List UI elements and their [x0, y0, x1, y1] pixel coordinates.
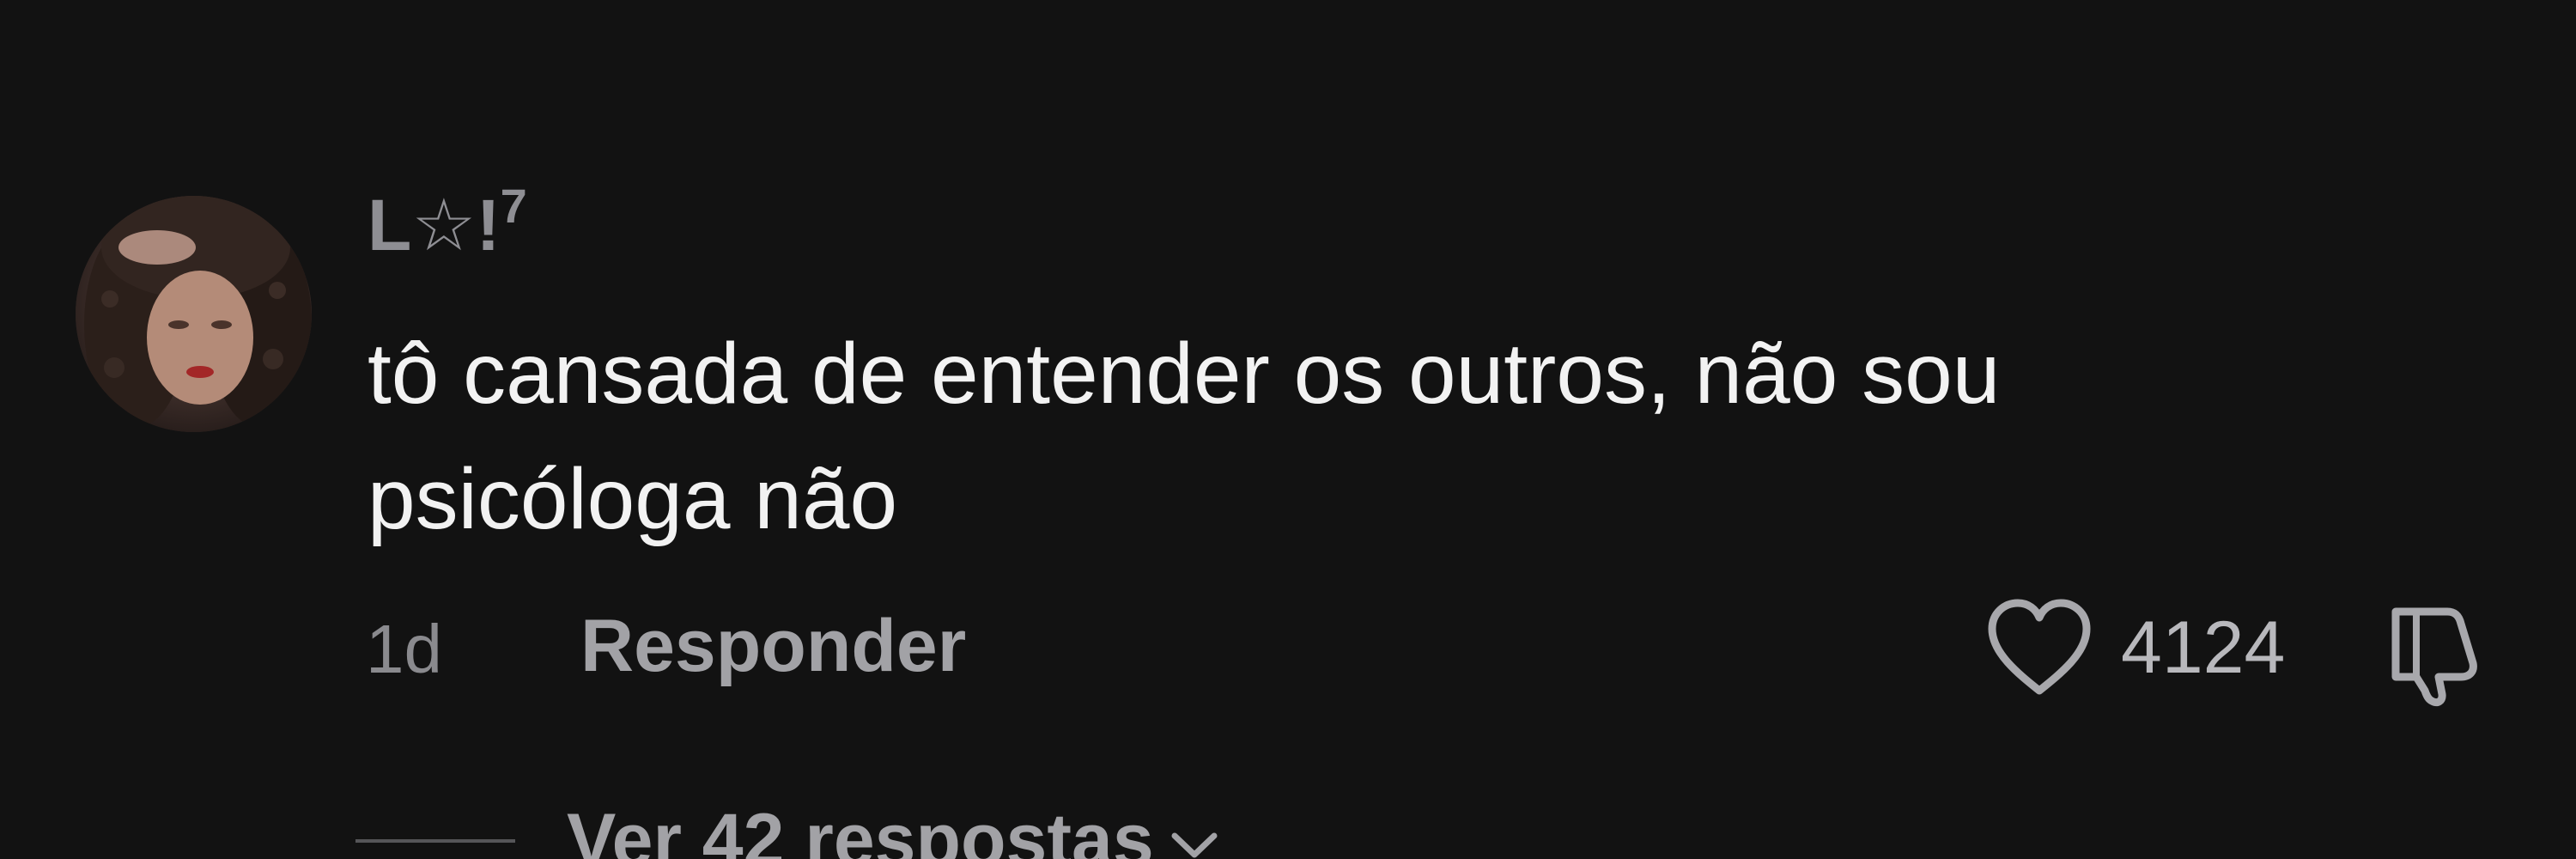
like-count: 4124 — [2121, 606, 2286, 689]
username[interactable]: L☆!7 — [368, 182, 527, 268]
view-replies-label: Ver 42 respostas — [567, 799, 1154, 859]
chevron-down-icon — [1171, 832, 1218, 858]
comment-text: tô cansada de entender os outros, não so… — [368, 326, 2001, 547]
username-text: L☆! — [368, 185, 501, 265]
username-superscript: 7 — [500, 179, 527, 233]
view-replies-button[interactable]: Ver 42 respostas — [567, 797, 1219, 859]
replies-divider — [355, 839, 515, 843]
avatar[interactable] — [76, 196, 312, 432]
comment-timestamp: 1d — [366, 611, 442, 687]
heart-outline-icon[interactable] — [1984, 594, 2095, 701]
comment-screen: L☆!7 tô cansada de entender os outros, n… — [0, 0, 2576, 859]
reply-button[interactable]: Responder — [580, 603, 966, 689]
avatar-image — [76, 196, 312, 432]
thumbs-down-outline-icon[interactable] — [2377, 593, 2492, 708]
